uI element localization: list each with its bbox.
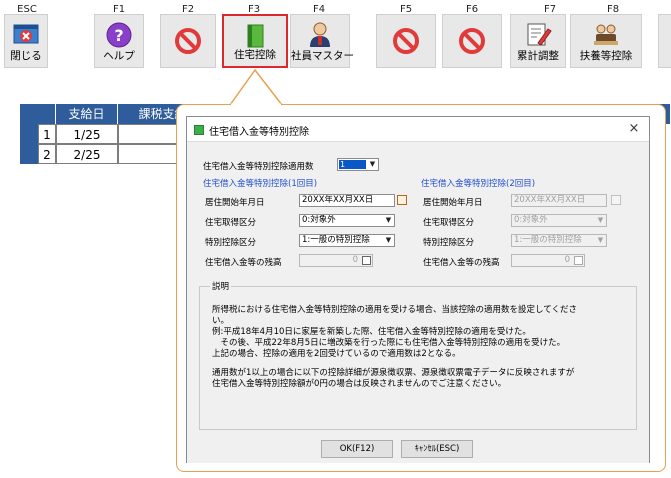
- help-button-label: ヘルプ: [103, 50, 135, 62]
- calendar-icon[interactable]: [397, 195, 407, 205]
- chevron-down-icon: ▼: [385, 216, 392, 224]
- green-book-icon: [247, 24, 264, 48]
- svg-text:?: ?: [114, 26, 123, 45]
- close-button-label: 閉じる: [10, 50, 42, 62]
- second-section-header: 住宅借入金等特別控除(2回目): [421, 179, 536, 189]
- housing-deduction-label: 住宅控除: [234, 49, 276, 61]
- explanation-line: 所得税における住宅借入金等特別控除の適用を受ける場合、当該控除の適用数を設定して…: [212, 305, 577, 315]
- row-date[interactable]: 1/25: [56, 124, 118, 144]
- first-section-header: 住宅借入金等特別控除(1回目): [203, 179, 318, 189]
- first-special-value: 1:一般の特別控除: [302, 235, 370, 245]
- row-number: 2: [38, 144, 56, 164]
- first-move-in-label: 居住開始年月日: [205, 198, 265, 208]
- housing-loan-dialog: 住宅借入金等特別控除 × 住宅借入金等特別控除適用数 1 ▼ 住宅借入金等特別控…: [186, 116, 650, 463]
- first-balance-label: 住宅借入金等の残高: [205, 258, 282, 268]
- calendar-icon[interactable]: [611, 195, 621, 205]
- first-acquisition-label: 住宅取得区分: [205, 218, 257, 228]
- function-toolbar: ESC 閉じる F1 ? ヘルプ F2 F3 住宅控除 F4 社員マスター F5…: [0, 0, 671, 76]
- calculator-icon: [362, 256, 371, 265]
- f6-disabled-button[interactable]: [442, 14, 502, 68]
- table-corner: [38, 104, 56, 124]
- chevron-down-icon: ▼: [385, 236, 392, 244]
- close-icon[interactable]: ×: [625, 120, 643, 138]
- second-special-value: 1:一般の特別控除: [514, 235, 582, 245]
- dialog-client-area: 住宅借入金等特別控除適用数 1 ▼ 住宅借入金等特別控除(1回目) 住宅借入金等…: [187, 141, 649, 463]
- first-special-select[interactable]: 1:一般の特別控除 ▼: [299, 234, 395, 247]
- second-acquisition-value: 0:対象外: [514, 215, 548, 225]
- chevron-down-icon: ▼: [597, 216, 604, 224]
- help-icon: ?: [106, 22, 132, 48]
- column-header-payday: 支給日: [56, 104, 118, 124]
- explanation-line: 上記の場合、控除の適用を2回受けているので適用数は2となる。: [212, 349, 461, 359]
- second-acquisition-select[interactable]: 0:対象外 ▼: [511, 214, 607, 227]
- second-special-select[interactable]: 1:一般の特別控除 ▼: [511, 234, 607, 247]
- ok-button[interactable]: OK(F12): [321, 440, 393, 458]
- close-button[interactable]: 閉じる: [4, 14, 48, 68]
- help-button[interactable]: ? ヘルプ: [94, 14, 144, 68]
- first-balance-value: 0: [352, 255, 358, 265]
- first-acquisition-select[interactable]: 0:対象外 ▼: [299, 214, 395, 227]
- cumulative-adjust-label: 累計調整: [517, 50, 559, 62]
- chevron-down-icon: ▼: [369, 160, 376, 168]
- f5-disabled-button[interactable]: [376, 14, 436, 68]
- second-balance-label: 住宅借入金等の残高: [423, 258, 500, 268]
- edit-document-icon: [527, 23, 552, 46]
- second-move-in-label: 居住開始年月日: [423, 198, 483, 208]
- dependent-deduction-button[interactable]: 扶養等控除: [570, 14, 642, 68]
- chevron-down-icon: ▼: [597, 236, 604, 244]
- prohibited-icon: [459, 28, 485, 54]
- employee-master-button[interactable]: 社員マスター: [290, 14, 354, 68]
- toolbar-overflow-button[interactable]: [658, 14, 671, 68]
- housing-deduction-button[interactable]: 住宅控除: [222, 14, 288, 68]
- cumulative-adjust-button[interactable]: 累計調整: [510, 14, 566, 68]
- employee-icon: [310, 22, 330, 47]
- row-number: 1: [38, 124, 56, 144]
- dependent-deduction-label: 扶養等控除: [579, 50, 633, 62]
- prohibited-icon: [393, 28, 419, 54]
- second-balance-value: 0: [564, 255, 570, 265]
- dialog-title: 住宅借入金等特別控除: [209, 127, 309, 138]
- table-row-header-bar: [20, 104, 38, 164]
- apply-count-value: 1: [339, 160, 366, 169]
- first-acquisition-value: 0:対象外: [302, 215, 336, 225]
- dialog-titlebar: 住宅借入金等特別控除 ×: [187, 117, 649, 141]
- f2-disabled-button[interactable]: [160, 14, 216, 68]
- second-move-in-date-field[interactable]: 20XX年XX月XX日: [511, 194, 607, 207]
- explanation-group: 説明 所得税における住宅借入金等特別控除の適用を受ける場合、当該控除の適用数を設…: [199, 280, 637, 430]
- first-balance-field[interactable]: 0: [299, 254, 373, 267]
- second-special-label: 特別控除区分: [423, 238, 475, 248]
- explanation-line: 住宅借入金等特別控除額が0円の場合は反映されませんのでご注意ください。: [212, 379, 507, 389]
- second-balance-field[interactable]: 0: [511, 254, 585, 267]
- first-special-label: 特別控除区分: [205, 238, 257, 248]
- cancel-button[interactable]: ｷｬﾝｾﾙ(ESC): [401, 440, 473, 458]
- family-icon: [594, 24, 618, 45]
- second-acquisition-label: 住宅取得区分: [423, 218, 475, 228]
- prohibited-icon: [175, 28, 201, 54]
- explanation-title: 説明: [210, 280, 232, 292]
- employee-master-label: 社員マスター: [291, 50, 354, 62]
- apply-count-label: 住宅借入金等特別控除適用数: [203, 162, 314, 172]
- close-window-icon: [13, 24, 39, 44]
- app-icon: [194, 125, 204, 135]
- first-move-in-date-field[interactable]: 20XX年XX月XX日: [299, 194, 395, 207]
- row-date[interactable]: 2/25: [56, 144, 118, 164]
- apply-count-select[interactable]: 1 ▼: [337, 158, 379, 171]
- calculator-icon: [574, 256, 583, 265]
